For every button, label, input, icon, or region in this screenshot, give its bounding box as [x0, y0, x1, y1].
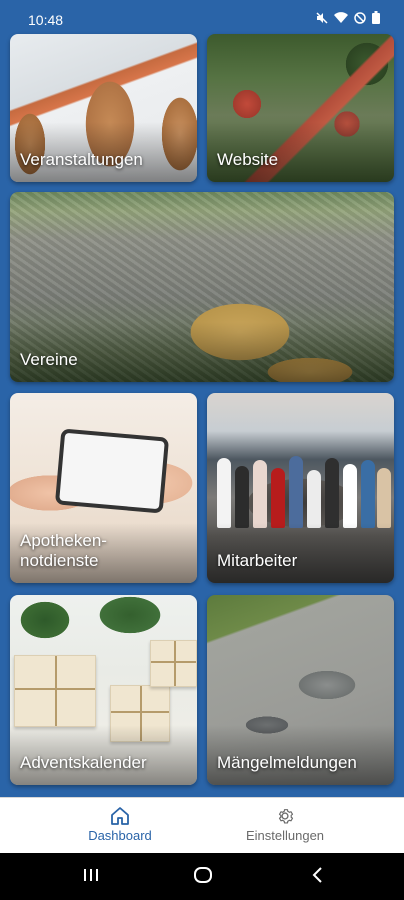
- recent-apps-icon[interactable]: [82, 865, 100, 890]
- home-button-icon[interactable]: [193, 865, 213, 890]
- nav-dashboard[interactable]: Dashboard: [60, 798, 180, 854]
- tile-label: Adventskalender: [20, 753, 147, 772]
- bottom-navigation: Dashboard Einstellungen: [0, 797, 404, 854]
- gear-icon: [225, 806, 345, 826]
- nav-einstellungen[interactable]: Einstellungen: [225, 798, 345, 854]
- tile-apotheken-notdienste[interactable]: Apotheken-notdienste: [10, 393, 197, 583]
- tile-mitarbeiter[interactable]: Mitarbeiter: [207, 393, 394, 583]
- tile-label: Veranstaltungen: [20, 150, 143, 169]
- battery-icon: [372, 11, 380, 29]
- status-time: 10:48: [28, 12, 64, 28]
- back-icon[interactable]: [310, 865, 324, 890]
- group-photo: [217, 448, 391, 528]
- gift-box: [14, 655, 96, 727]
- tile-veranstaltungen[interactable]: Veranstaltungen: [10, 34, 197, 182]
- status-bar: 10:48: [0, 0, 404, 36]
- tile-label: Mängelmeldungen: [217, 753, 357, 772]
- tile-label: Apotheken-notdienste: [20, 531, 107, 570]
- tile-maengelmeldungen[interactable]: Mängelmeldungen: [207, 595, 394, 785]
- tile-label: Website: [217, 150, 279, 169]
- nav-label: Dashboard: [88, 828, 152, 843]
- tablet-illustration: [54, 428, 170, 514]
- tile-label: Vereine: [20, 350, 78, 369]
- tile-website[interactable]: Website: [207, 34, 394, 182]
- gift-box: [150, 640, 197, 687]
- system-navigation-bar: [0, 853, 404, 900]
- tile-label: Mitarbeiter: [217, 551, 298, 570]
- status-icons: [316, 11, 380, 29]
- mute-icon: [316, 11, 328, 29]
- tile-vereine[interactable]: Vereine: [10, 192, 394, 382]
- wifi-icon: [334, 11, 348, 29]
- dnd-icon: [354, 11, 366, 29]
- home-icon: [60, 806, 180, 826]
- nav-label: Einstellungen: [245, 828, 325, 843]
- tile-adventskalender[interactable]: Adventskalender: [10, 595, 197, 785]
